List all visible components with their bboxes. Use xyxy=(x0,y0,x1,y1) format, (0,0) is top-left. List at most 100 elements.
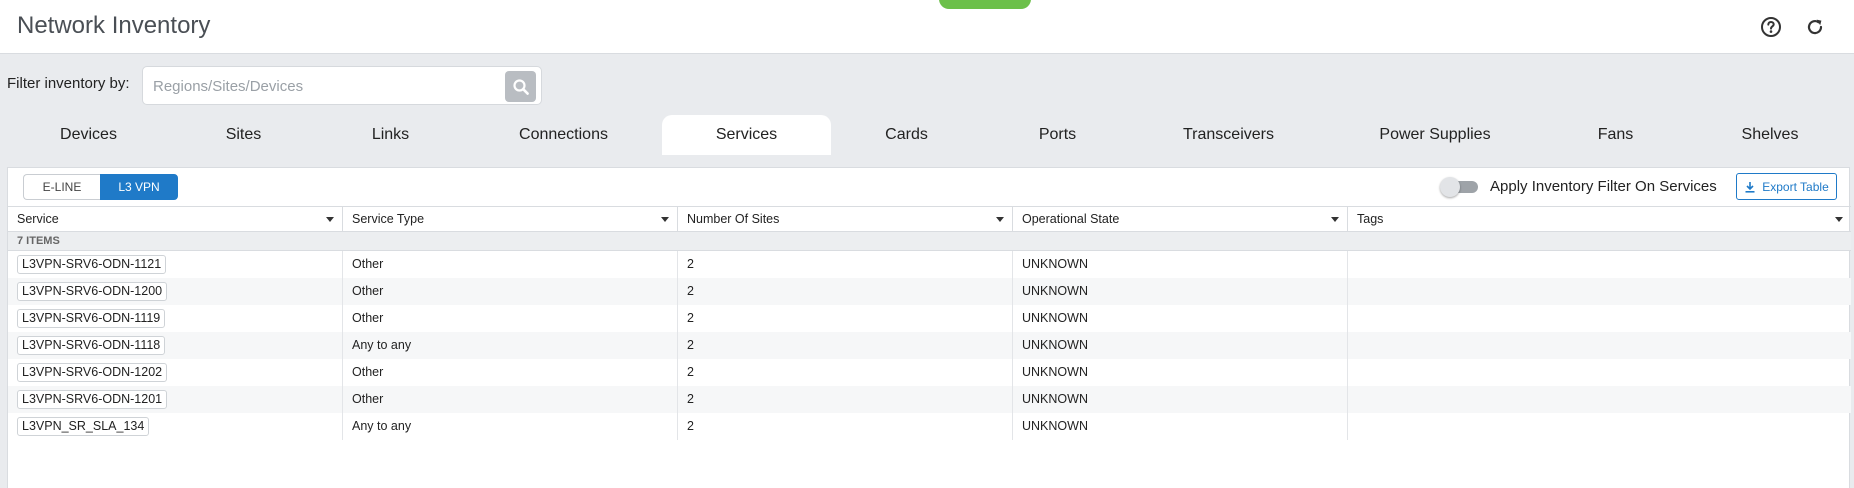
caret-down-icon[interactable] xyxy=(1331,217,1339,222)
tags-cell xyxy=(1348,332,1851,359)
service-type-toggle: E-LINE L3 VPN xyxy=(23,174,178,200)
state-cell: UNKNOWN xyxy=(1013,305,1348,332)
filter-field[interactable] xyxy=(142,66,542,105)
service-type-cell: Other xyxy=(343,386,678,413)
service-link[interactable]: L3VPN-SRV6-ODN-1201 xyxy=(17,390,168,410)
filter-bar: Filter inventory by: xyxy=(0,66,1854,106)
state-cell: UNKNOWN xyxy=(1013,251,1348,278)
state-cell: UNKNOWN xyxy=(1013,359,1348,386)
tab-transceivers[interactable]: Transceivers xyxy=(1150,115,1307,155)
service-type-cell: Other xyxy=(343,305,678,332)
state-cell: UNKNOWN xyxy=(1013,278,1348,305)
service-cell: L3VPN-SRV6-ODN-1121 xyxy=(8,251,343,278)
table-row[interactable]: L3VPN-SRV6-ODN-1202 Other 2 UNKNOWN xyxy=(8,359,1851,386)
service-cell: L3VPN-SRV6-ODN-1118 xyxy=(8,332,343,359)
page-title: Network Inventory xyxy=(17,12,211,39)
tab-power-supplies[interactable]: Power Supplies xyxy=(1355,115,1515,155)
tab-sites[interactable]: Sites xyxy=(186,115,301,155)
service-cell: L3VPN-SRV6-ODN-1200 xyxy=(8,278,343,305)
service-link[interactable]: L3VPN-SRV6-ODN-1121 xyxy=(17,255,167,275)
column-header-service-type[interactable]: Service Type xyxy=(343,207,678,232)
tab-links[interactable]: Links xyxy=(333,115,448,155)
state-cell: UNKNOWN xyxy=(1013,386,1348,413)
column-label: Number Of Sites xyxy=(687,212,780,226)
sites-cell: 2 xyxy=(678,278,1013,305)
state-cell: UNKNOWN xyxy=(1013,413,1348,440)
service-link[interactable]: L3VPN-SRV6-ODN-1200 xyxy=(17,282,168,302)
tags-cell xyxy=(1348,359,1851,386)
toggle-switch[interactable] xyxy=(1440,177,1480,197)
column-label: Tags xyxy=(1357,212,1384,226)
group-count: 7 ITEMS xyxy=(8,232,1851,251)
services-panel: E-LINE L3 VPN Apply Inventory Filter On … xyxy=(7,167,1851,488)
column-header-operational-state[interactable]: Operational State xyxy=(1013,207,1348,232)
service-link[interactable]: L3VPN-SRV6-ODN-1202 xyxy=(17,363,168,383)
sites-cell: 2 xyxy=(678,251,1013,278)
service-type-cell: Other xyxy=(343,278,678,305)
service-cell: L3VPN_SR_SLA_134 xyxy=(8,413,343,440)
export-label: Export Table xyxy=(1762,179,1829,194)
table-row[interactable]: L3VPN-SRV6-ODN-1121 Other 2 UNKNOWN xyxy=(8,251,1851,278)
help-circle-icon[interactable] xyxy=(1758,14,1784,40)
service-type-cell: Other xyxy=(343,251,678,278)
filter-input[interactable] xyxy=(153,75,493,97)
service-type-cell: Any to any xyxy=(343,413,678,440)
tags-cell xyxy=(1348,305,1851,332)
table-header: Service Service Type Number Of Sites Ope… xyxy=(8,206,1851,232)
table-row[interactable]: L3VPN-SRV6-ODN-1118 Any to any 2 UNKNOWN xyxy=(8,332,1851,359)
column-label: Service Type xyxy=(352,212,425,226)
eline-button[interactable]: E-LINE xyxy=(23,174,100,200)
tab-shelves[interactable]: Shelves xyxy=(1711,115,1829,155)
tags-cell xyxy=(1348,251,1851,278)
tags-cell xyxy=(1348,278,1851,305)
table-row[interactable]: L3VPN-SRV6-ODN-1201 Other 2 UNKNOWN xyxy=(8,386,1851,413)
l3vpn-button[interactable]: L3 VPN xyxy=(100,174,178,200)
download-icon xyxy=(1745,181,1755,193)
tags-cell xyxy=(1348,386,1851,413)
service-cell: L3VPN-SRV6-ODN-1119 xyxy=(8,305,343,332)
services-table: Service Service Type Number Of Sites Ope… xyxy=(8,206,1851,440)
column-label: Operational State xyxy=(1022,212,1120,226)
sites-cell: 2 xyxy=(678,386,1013,413)
search-icon xyxy=(512,78,529,95)
tab-devices[interactable]: Devices xyxy=(30,115,147,155)
app-header: Network Inventory xyxy=(0,0,1854,54)
sites-cell: 2 xyxy=(678,332,1013,359)
table-row[interactable]: L3VPN-SRV6-ODN-1119 Other 2 UNKNOWN xyxy=(8,305,1851,332)
sites-cell: 2 xyxy=(678,305,1013,332)
tab-connections[interactable]: Connections xyxy=(490,115,637,155)
service-link[interactable]: L3VPN_SR_SLA_134 xyxy=(17,417,150,437)
table-row[interactable]: L3VPN_SR_SLA_134 Any to any 2 UNKNOWN xyxy=(8,413,1851,440)
service-type-cell: Other xyxy=(343,359,678,386)
search-button[interactable] xyxy=(505,71,536,102)
caret-down-icon[interactable] xyxy=(326,217,334,222)
tags-cell xyxy=(1348,413,1851,440)
status-pill[interactable] xyxy=(939,0,1031,9)
sites-cell: 2 xyxy=(678,413,1013,440)
service-link[interactable]: L3VPN-SRV6-ODN-1119 xyxy=(17,309,166,329)
apply-filter-toggle[interactable]: Apply Inventory Filter On Services xyxy=(1440,177,1717,197)
caret-down-icon[interactable] xyxy=(661,217,669,222)
service-type-cell: Any to any xyxy=(343,332,678,359)
service-cell: L3VPN-SRV6-ODN-1202 xyxy=(8,359,343,386)
tab-cards[interactable]: Cards xyxy=(849,115,964,155)
column-header-tags[interactable]: Tags xyxy=(1348,207,1851,232)
caret-down-icon[interactable] xyxy=(1835,217,1843,222)
tab-fans[interactable]: Fans xyxy=(1558,115,1673,155)
table-row[interactable]: L3VPN-SRV6-ODN-1200 Other 2 UNKNOWN xyxy=(8,278,1851,305)
caret-down-icon[interactable] xyxy=(996,217,1004,222)
refresh-icon[interactable] xyxy=(1802,14,1828,40)
toggle-label: Apply Inventory Filter On Services xyxy=(1490,177,1717,195)
export-table-button[interactable]: Export Table xyxy=(1736,173,1837,200)
service-link[interactable]: L3VPN-SRV6-ODN-1118 xyxy=(17,336,166,356)
tab-ports[interactable]: Ports xyxy=(1000,115,1115,155)
column-label: Service xyxy=(17,212,59,226)
column-header-service[interactable]: Service xyxy=(8,207,343,232)
column-header-number-of-sites[interactable]: Number Of Sites xyxy=(678,207,1013,232)
sites-cell: 2 xyxy=(678,359,1013,386)
tab-services[interactable]: Services xyxy=(662,115,831,155)
state-cell: UNKNOWN xyxy=(1013,332,1348,359)
filter-label: Filter inventory by: xyxy=(7,75,130,92)
inventory-tabs: Devices Sites Links Connections Services… xyxy=(0,115,1854,155)
service-cell: L3VPN-SRV6-ODN-1201 xyxy=(8,386,343,413)
